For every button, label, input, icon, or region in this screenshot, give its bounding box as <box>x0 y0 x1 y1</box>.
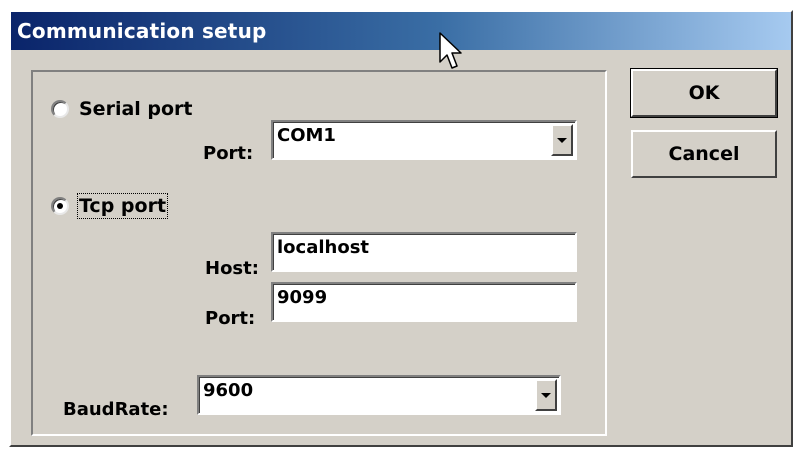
baudrate-label: BaudRate: <box>63 399 169 420</box>
baudrate-dropdown-button[interactable] <box>535 379 557 411</box>
connection-groupbox: Serial port Port: COM1 Tcp port Host: lo… <box>31 70 607 436</box>
chevron-down-icon <box>541 392 551 398</box>
serial-port-radio[interactable] <box>51 100 69 118</box>
serial-port-value: COM1 <box>277 125 336 146</box>
serial-port-dropdown-button[interactable] <box>551 124 573 156</box>
chevron-down-icon <box>557 137 567 143</box>
cancel-button[interactable]: Cancel <box>631 130 777 178</box>
dialog-title: Communication setup <box>17 19 267 43</box>
tcp-port-label: Tcp port <box>76 193 169 219</box>
tcp-port-radio-option[interactable]: Tcp port <box>51 193 169 219</box>
host-label: Host: <box>205 258 259 279</box>
tcp-port-radio[interactable] <box>51 197 69 215</box>
mouse-pointer-icon <box>439 32 462 69</box>
baudrate-value: 9600 <box>203 380 254 401</box>
host-value: localhost <box>277 237 370 258</box>
serial-port-radio-option[interactable]: Serial port <box>51 98 193 120</box>
serial-port-select[interactable]: COM1 <box>271 120 577 160</box>
ok-button[interactable]: OK <box>630 68 778 118</box>
title-bar[interactable]: Communication setup <box>11 12 791 50</box>
communication-setup-dialog: Communication setup Serial port Port: CO… <box>9 10 793 447</box>
serial-port-label: Serial port <box>79 98 193 120</box>
tcp-port-input[interactable]: 9099 <box>271 282 577 322</box>
baudrate-select[interactable]: 9600 <box>197 375 561 415</box>
tcp-port-number-label: Port: <box>205 308 256 329</box>
host-input[interactable]: localhost <box>271 232 577 272</box>
serial-port-number-label: Port: <box>203 143 254 164</box>
tcp-port-value: 9099 <box>277 287 328 308</box>
